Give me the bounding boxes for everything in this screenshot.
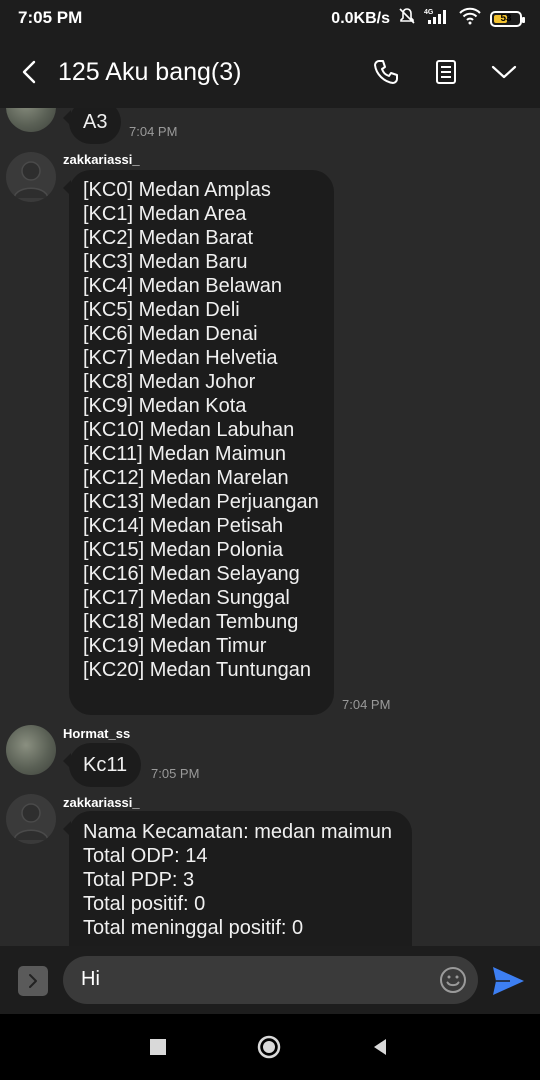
message-line: [KC12] Medan Marelan <box>83 467 289 489</box>
call-button[interactable] <box>370 56 402 88</box>
message-line: [KC8] Medan Johor <box>83 371 256 393</box>
message-bubble[interactable]: A3 <box>62 108 122 144</box>
network-speed: 0.0KB/s <box>331 9 390 27</box>
message-line: [KC14] Medan Petisah <box>83 515 284 537</box>
message-list[interactable]: A3 7:04 PM zakkariassi_ [KC0] Medan Ampl… <box>0 108 540 946</box>
message-line: [KC3] Medan Baru <box>83 251 248 273</box>
expand-button[interactable] <box>18 966 48 996</box>
emoji-button[interactable] <box>438 965 468 995</box>
message-line: [KC1] Medan Area <box>83 203 247 225</box>
message-line: [KC0] Medan Amplas <box>83 179 271 201</box>
message-input[interactable]: Hi <box>63 956 478 1004</box>
status-bar: 7:05 PM 0.0KB/s 4G 53 <box>0 0 540 36</box>
chat-title: 125 Aku bang(3) <box>58 58 242 86</box>
phone-icon <box>374 60 398 84</box>
chevron-right-icon <box>29 974 37 988</box>
message-line: [KC11] Medan Maimun <box>83 443 287 465</box>
compose-bar: Hi <box>0 946 540 1014</box>
message-line: Total meninggal positif: 0 <box>83 917 304 939</box>
message-text: Kc11 <box>83 754 128 776</box>
message-line: [KC19] Medan Timur <box>83 635 267 657</box>
message-line: Nama Kecamatan: medan maimun <box>83 821 393 843</box>
sender-name: zakkariassi_ <box>63 795 140 810</box>
message-time: 7:04 PM <box>129 124 178 139</box>
message-bubble[interactable]: [KC0] Medan Amplas [KC1] Medan Area [KC2… <box>63 170 334 715</box>
back-arrow-icon <box>22 60 36 84</box>
message-line: [KC7] Medan Helvetia <box>83 347 278 369</box>
default-avatar-icon <box>13 803 49 841</box>
message-text: A3 <box>83 111 108 133</box>
message-line: [KC9] Medan Kota <box>83 395 247 417</box>
message-line: [KC5] Medan Deli <box>83 299 240 321</box>
message-line: [KC4] Medan Belawan <box>83 275 283 297</box>
avatar[interactable] <box>6 152 56 202</box>
message-time: 7:05 PM <box>151 766 200 781</box>
default-avatar-icon <box>13 161 49 199</box>
triangle-back-icon <box>374 1039 386 1055</box>
sender-name: zakkariassi_ <box>63 152 140 167</box>
avatar[interactable] <box>6 794 56 844</box>
message-line: [KC17] Medan Sunggal <box>83 587 290 609</box>
message-bubble[interactable]: Nama Kecamatan: medan maimun Total ODP: … <box>63 811 412 946</box>
message-line: [KC18] Medan Tembung <box>83 611 299 633</box>
chat-header: 125 Aku bang(3) <box>0 36 540 108</box>
message-line: Total PDP: 3 <box>83 869 195 891</box>
more-menu-button[interactable] <box>488 56 520 88</box>
battery-level: 53 <box>500 13 512 24</box>
send-icon <box>493 967 524 995</box>
details-button[interactable] <box>430 56 462 88</box>
avatar[interactable] <box>6 108 56 132</box>
message-bubble[interactable]: Kc11 <box>62 743 142 787</box>
status-time: 7:05 PM <box>18 8 83 27</box>
message-time: 7:04 PM <box>342 697 391 712</box>
chevron-down-icon <box>491 65 517 79</box>
message-line: [KC2] Medan Barat <box>83 227 254 249</box>
smiley-icon <box>440 967 466 993</box>
network-type-label: 4G <box>424 9 434 16</box>
square-icon <box>150 1039 166 1055</box>
document-icon <box>436 60 456 84</box>
wifi-icon <box>458 7 482 30</box>
battery-icon: 53 <box>490 10 525 27</box>
mute-icon <box>398 7 416 30</box>
message-line: [KC16] Medan Selayang <box>83 563 300 585</box>
system-nav-bar <box>0 1014 540 1080</box>
message-line: [KC13] Medan Perjuangan <box>83 491 319 513</box>
avatar[interactable] <box>6 725 56 775</box>
send-button[interactable] <box>490 963 526 999</box>
home-button[interactable] <box>256 1034 282 1060</box>
cell-signal-icon: 4G <box>424 7 450 30</box>
circle-icon <box>257 1035 281 1059</box>
status-icons: 0.0KB/s 4G 53 <box>331 7 525 30</box>
message-line: [KC20] Medan Tuntungan <box>83 659 311 681</box>
message-line: [KC6] Medan Denai <box>83 323 258 345</box>
sender-name: Hormat_ss <box>63 726 131 741</box>
back-button[interactable] <box>14 56 46 88</box>
recents-button[interactable] <box>145 1034 171 1060</box>
back-nav-button[interactable] <box>367 1034 393 1060</box>
message-input-text: Hi <box>81 968 100 990</box>
message-line: [KC15] Medan Polonia <box>83 539 284 561</box>
message-line: Total ODP: 14 <box>83 845 208 867</box>
message-line: [KC10] Medan Labuhan <box>83 419 295 441</box>
message-line: Total positif: 0 <box>83 893 206 915</box>
